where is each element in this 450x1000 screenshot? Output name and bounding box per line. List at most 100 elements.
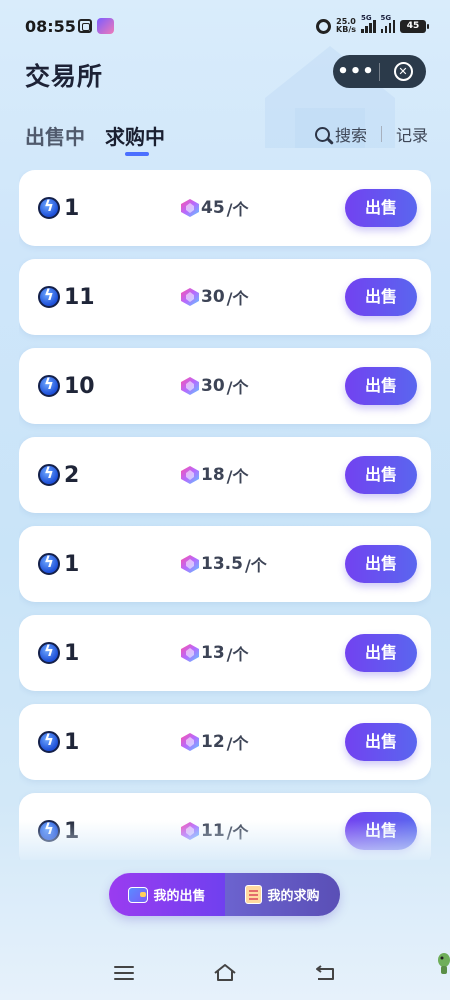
- quantity-value: 2: [64, 462, 80, 488]
- price-group: 45 /个: [181, 170, 249, 246]
- sell-button[interactable]: 出售: [345, 723, 417, 761]
- sell-button[interactable]: 出售: [345, 545, 417, 583]
- price-group: 18 /个: [181, 437, 249, 513]
- price-unit: /个: [226, 378, 249, 397]
- list-item: 1 13.5 /个 出售: [19, 526, 431, 602]
- more-button[interactable]: •••: [333, 55, 379, 88]
- lightning-coin-icon: [38, 820, 60, 842]
- search-button[interactable]: 搜索: [314, 122, 367, 146]
- header-actions: 搜索 记录: [314, 122, 428, 146]
- price-group: 13 /个: [181, 615, 249, 691]
- status-right-group: 25.0 KB/s 5G 5G 45: [316, 14, 429, 34]
- price-value: 13: [201, 643, 225, 663]
- price-group: 13.5 /个: [181, 526, 267, 602]
- quantity-value: 1: [64, 818, 80, 844]
- price-group: 11 /个: [181, 793, 249, 860]
- price-unit: /个: [226, 823, 249, 842]
- close-icon: ✕: [393, 62, 413, 81]
- sell-button[interactable]: 出售: [345, 278, 417, 316]
- list-item: 11 30 /个 出售: [19, 259, 431, 335]
- notification-game-icon: [97, 18, 114, 34]
- order-list[interactable]: 1 45 /个 出售 11 30 /个 出售 10 30 /个 出售: [19, 170, 431, 860]
- wallet-icon: [128, 886, 149, 903]
- list-item: 1 11 /个 出售: [19, 793, 431, 860]
- tab-bar: 出售中 求购中: [25, 121, 165, 156]
- list-item: 2 18 /个 出售: [19, 437, 431, 513]
- gem-icon: [181, 644, 199, 662]
- quantity-group: 11: [38, 259, 95, 335]
- tab-buying[interactable]: 求购中: [105, 121, 165, 156]
- quantity-group: 10: [38, 348, 95, 424]
- price-unit: /个: [226, 645, 249, 664]
- sell-button[interactable]: 出售: [345, 812, 417, 850]
- quantity-group: 1: [38, 704, 79, 780]
- price-unit: /个: [226, 734, 249, 753]
- signal-icon-2: 5G: [380, 14, 395, 33]
- tab-selling[interactable]: 出售中: [25, 121, 85, 150]
- quantity-value: 10: [64, 373, 95, 399]
- lightning-coin-icon: [38, 642, 60, 664]
- lightning-coin-icon: [38, 197, 60, 219]
- record-button[interactable]: 记录: [396, 122, 428, 146]
- menu-icon[interactable]: [114, 966, 134, 980]
- quantity-value: 11: [64, 284, 95, 310]
- price-group: 30 /个: [181, 259, 249, 335]
- search-label: 搜索: [334, 126, 367, 145]
- price-value: 13.5: [201, 554, 243, 574]
- quantity-value: 1: [64, 640, 80, 666]
- system-nav-bar: [0, 950, 450, 1000]
- quantity-group: 1: [38, 170, 79, 246]
- gem-icon: [181, 822, 199, 840]
- price-unit: /个: [226, 467, 249, 486]
- home-icon[interactable]: [213, 963, 237, 981]
- signal-icon-1: 5G: [361, 14, 376, 33]
- signal-label-2: 5G: [380, 14, 392, 22]
- gem-icon: [181, 377, 199, 395]
- lightning-coin-icon: [38, 286, 60, 308]
- quantity-value: 1: [64, 551, 80, 577]
- actions-divider: [380, 126, 382, 142]
- sell-button[interactable]: 出售: [345, 189, 417, 227]
- price-value: 45: [201, 198, 225, 218]
- quantity-group: 1: [38, 526, 79, 602]
- notification-app-icon: [78, 19, 92, 33]
- close-button[interactable]: ✕: [380, 62, 426, 81]
- list-item: 10 30 /个 出售: [19, 348, 431, 424]
- sell-button[interactable]: 出售: [345, 634, 417, 672]
- back-icon[interactable]: [315, 963, 335, 981]
- price-group: 30 /个: [181, 348, 249, 424]
- price-value: 18: [201, 465, 225, 485]
- sell-button[interactable]: 出售: [345, 367, 417, 405]
- my-sales-button[interactable]: 我的出售: [109, 873, 225, 916]
- price-value: 30: [201, 287, 225, 307]
- gem-icon: [181, 466, 199, 484]
- price-value: 30: [201, 376, 225, 396]
- price-unit: /个: [244, 556, 267, 575]
- quantity-group: 1: [38, 615, 79, 691]
- quantity-group: 2: [38, 437, 79, 513]
- signal-label-1: 5G: [361, 14, 372, 22]
- floating-assistant-icon[interactable]: [436, 952, 450, 974]
- list-item: 1 12 /个 出售: [19, 704, 431, 780]
- gem-icon: [181, 199, 199, 217]
- quantity-group: 1: [38, 793, 79, 860]
- gem-icon: [181, 288, 199, 306]
- lightning-coin-icon: [38, 375, 60, 397]
- my-purchases-label: 我的求购: [267, 889, 320, 904]
- price-value: 12: [201, 732, 225, 752]
- price-unit: /个: [226, 289, 249, 308]
- search-icon: [314, 126, 330, 142]
- bottom-action-bar: 我的出售 我的求购: [109, 873, 340, 916]
- sell-button[interactable]: 出售: [345, 456, 417, 494]
- net-speed-unit: KB/s: [336, 25, 356, 34]
- lightning-coin-icon: [38, 731, 60, 753]
- lightning-coin-icon: [38, 464, 60, 486]
- net-speed: 25.0 KB/s: [336, 18, 356, 34]
- alarm-icon: [316, 18, 332, 34]
- page-title: 交易所: [25, 62, 104, 91]
- my-purchases-button[interactable]: 我的求购: [225, 873, 340, 916]
- list-item: 1 45 /个 出售: [19, 170, 431, 246]
- gem-icon: [181, 555, 199, 573]
- status-time: 08:55: [25, 17, 76, 36]
- quantity-value: 1: [64, 195, 80, 221]
